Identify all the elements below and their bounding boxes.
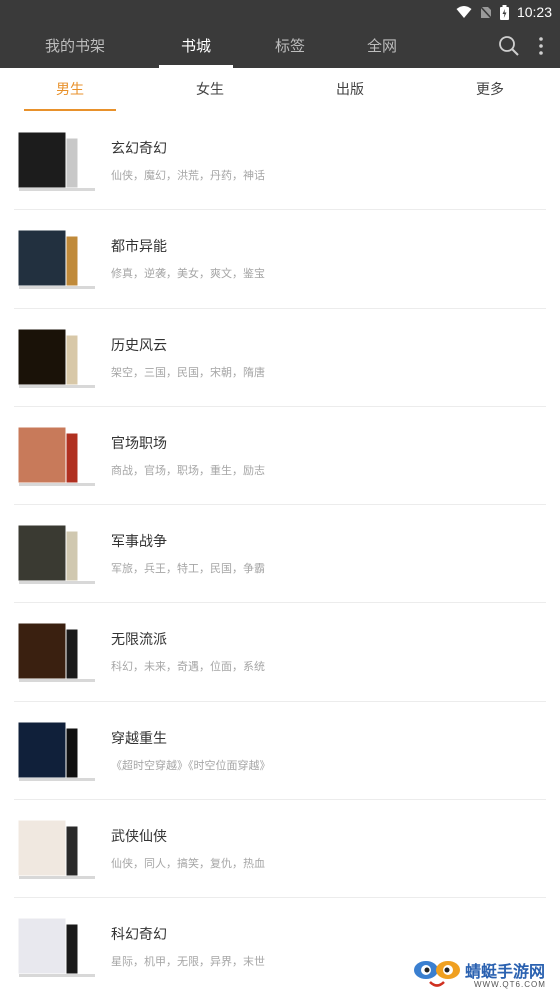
- category-tags: 仙侠，魔幻，洪荒，丹药，神话: [111, 169, 265, 182]
- tab-tags[interactable]: 标签: [262, 24, 318, 68]
- book-cover-stack: [18, 721, 95, 781]
- app-bar: 我的书架 书城 标签 全网: [0, 24, 560, 68]
- category-tags: 军旅，兵王，特工，民国，争霸: [111, 562, 265, 576]
- list-item[interactable]: 穿越重生 《超时空穿越》《时空位面穿越》: [0, 702, 560, 801]
- subtab-male[interactable]: 男生: [0, 68, 140, 112]
- front-book: [18, 525, 67, 582]
- dragonfly-logo-icon: [414, 961, 460, 987]
- list-item[interactable]: 无限流派 科幻，未来，奇遇，位面，系统: [0, 603, 560, 703]
- shelf-shadow: [19, 384, 95, 388]
- list-item[interactable]: 武侠仙侠 仙侠，同人，搞笑，复仇，热血: [0, 800, 560, 899]
- category-title: 都市异能: [111, 239, 167, 256]
- shelf-shadow: [19, 482, 95, 486]
- front-book: [18, 918, 67, 975]
- category-title: 武侠仙侠: [111, 829, 167, 846]
- category-tags: 科幻，未来，奇遇，位面，系统: [111, 660, 265, 674]
- list-item[interactable]: 官场职场 商战，官场，职场，重生，励志: [0, 407, 560, 506]
- shelf-shadow: [19, 188, 95, 191]
- watermark-logo: 蜻蜓手游网 WWW.QT6.COM: [412, 956, 556, 992]
- front-book: [18, 328, 67, 386]
- category-tags: 修真，逆袭，美女，爽文，鉴宝: [111, 267, 265, 281]
- status-bar: 10:23: [0, 0, 560, 24]
- subtab-indicator: [24, 109, 116, 111]
- category-tags: 架空，三国，民国，宋朝，隋唐: [111, 365, 265, 379]
- shelf-shadow: [19, 581, 95, 585]
- category-tags: 星际，机甲，无限，异界，末世: [111, 955, 265, 969]
- shelf-shadow: [19, 974, 95, 978]
- category-tags: 《超时空穿越》《时空位面穿越》: [111, 758, 271, 772]
- tab-whole-web[interactable]: 全网: [354, 24, 410, 68]
- tab-my-bookshelf[interactable]: 我的书架: [34, 24, 116, 68]
- shelf-shadow: [19, 679, 95, 683]
- book-cover-stack: [18, 918, 95, 978]
- search-icon[interactable]: [498, 35, 520, 57]
- front-book: [18, 820, 67, 877]
- book-cover-stack: [18, 820, 95, 880]
- category-tags: 商战，官场，职场，重生，励志: [111, 463, 265, 477]
- shelf-shadow: [19, 876, 95, 880]
- list-item[interactable]: 都市异能 修真，逆袭，美女，爽文，鉴宝: [0, 210, 560, 309]
- category-title: 历史风云: [111, 337, 167, 354]
- watermark-text: 蜻蜓手游网: [465, 962, 546, 981]
- book-cover-stack: [18, 623, 95, 683]
- shelf-shadow: [19, 286, 95, 290]
- front-book: [18, 623, 67, 680]
- category-title: 科幻奇幻: [111, 927, 167, 944]
- front-book: [18, 132, 67, 189]
- book-cover-stack: [18, 426, 95, 486]
- subtab-publish[interactable]: 出版: [280, 68, 420, 112]
- sub-tabs: 男生 女生 出版 更多: [0, 68, 560, 112]
- category-tags: 仙侠，同人，搞笑，复仇，热血: [111, 857, 265, 871]
- list-item[interactable]: 玄幻奇幻 仙侠，魔幻，洪荒，丹药，神话: [0, 112, 560, 211]
- status-icons: 10:23: [456, 3, 552, 21]
- category-list: 玄幻奇幻 仙侠，魔幻，洪荒，丹药，神话 都市异能 修真，逆袭，美女，爽文，鉴宝 …: [0, 112, 560, 997]
- book-cover-stack: [18, 525, 95, 585]
- tab-bookstore[interactable]: 书城: [159, 24, 233, 68]
- book-cover-stack: [18, 328, 95, 388]
- front-book: [18, 721, 67, 779]
- wifi-icon: [456, 6, 472, 18]
- no-sim-icon: [479, 5, 492, 19]
- category-title: 官场职场: [111, 435, 167, 452]
- book-cover-stack: [18, 132, 95, 191]
- subtab-more[interactable]: 更多: [420, 68, 560, 112]
- more-vert-icon[interactable]: [530, 35, 552, 57]
- category-title: 穿越重生: [111, 730, 167, 747]
- book-cover-stack: [18, 230, 95, 290]
- list-item[interactable]: 军事战争 军旅，兵王，特工，民国，争霸: [0, 505, 560, 604]
- list-item[interactable]: 历史风云 架空，三国，民国，宋朝，隋唐: [0, 309, 560, 408]
- watermark-url: WWW.QT6.COM: [474, 980, 546, 989]
- category-title: 玄幻奇幻: [111, 141, 167, 157]
- subtab-female[interactable]: 女生: [140, 68, 280, 112]
- category-title: 军事战争: [111, 534, 167, 551]
- battery-charging-icon: [499, 4, 509, 20]
- front-book: [18, 230, 67, 287]
- shelf-shadow: [19, 777, 95, 781]
- front-book: [18, 426, 67, 484]
- status-time: 10:23: [516, 4, 552, 20]
- category-title: 无限流派: [111, 632, 167, 649]
